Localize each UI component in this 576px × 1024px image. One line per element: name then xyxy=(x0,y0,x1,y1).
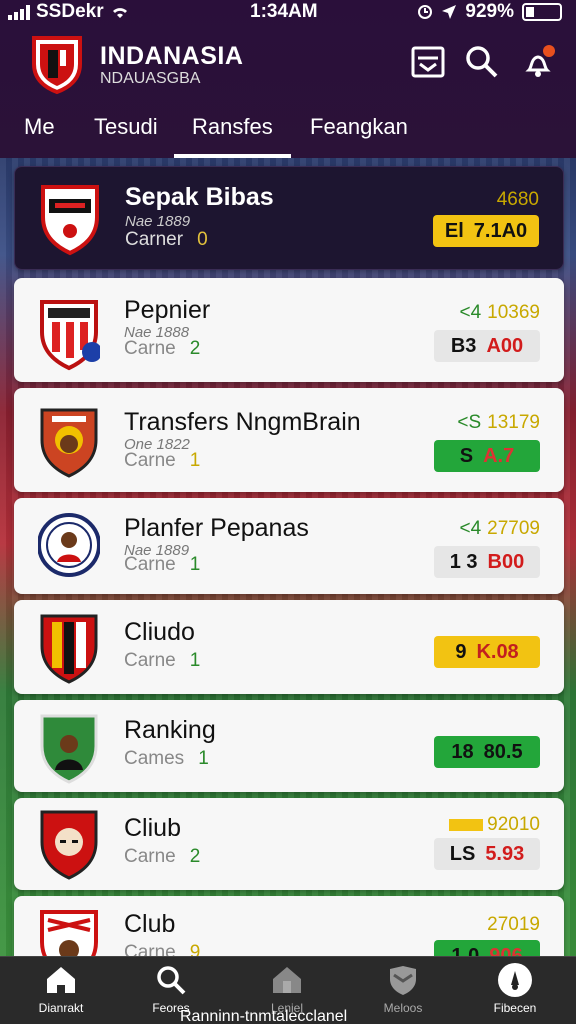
tab-me[interactable]: Me xyxy=(24,114,55,154)
card-title: Planfer Pepanas xyxy=(124,514,309,542)
app-title: INDANASIA xyxy=(100,42,244,70)
list-item[interactable]: Ranking Cames 1 18 80.5 xyxy=(14,700,564,792)
card-sub: Carne 1 xyxy=(124,450,201,471)
app-logo xyxy=(32,36,82,94)
card-title: Pepnier xyxy=(124,296,211,324)
notification-icon[interactable] xyxy=(520,44,556,80)
carrier-label: SSDekr xyxy=(36,1,104,22)
nav-item-shield[interactable]: Meloos xyxy=(358,963,448,1015)
app-header: SSDekr 1:34AM 929% INDANASIA NDAUASGBA M… xyxy=(0,0,576,158)
clock: 1:34AM xyxy=(250,1,318,22)
card-sub: Carner 0 xyxy=(125,229,208,250)
card-top-value: 92010 xyxy=(449,814,540,836)
search-icon xyxy=(157,966,186,995)
card-value-pill: 9 K.08 xyxy=(434,636,540,668)
tab-feangkan[interactable]: Feangkan xyxy=(310,114,408,154)
battery-icon xyxy=(522,3,562,21)
status-bar: SSDekr 1:34AM 929% xyxy=(0,0,576,26)
list-item-featured[interactable]: Sepak Bibas Nae 1889 Carner 0 4680 El 7.1A… xyxy=(14,166,564,270)
card-sub: Carne 2 xyxy=(124,846,201,867)
card-value-pill: LS 5.93 xyxy=(434,838,540,870)
club-crest-icon xyxy=(40,614,98,684)
card-title: Cliudo xyxy=(124,618,195,646)
club-crest-icon xyxy=(40,810,98,880)
card-title: Sepak Bibas xyxy=(125,183,274,211)
card-title: Transfers NngmBrain xyxy=(124,408,361,436)
nav-label: Fibecen xyxy=(493,1001,537,1015)
card-sub: Carne 1 xyxy=(124,554,201,575)
app-subtitle: NDAUASGBA xyxy=(100,70,201,87)
card-value-pill: 1 3 B00 xyxy=(434,546,540,578)
footer-caption: Ranninn-tnmtalecclanel xyxy=(180,1008,348,1024)
card-top-value: <4 27709 xyxy=(459,518,540,539)
tab-tesudi[interactable]: Tesudi xyxy=(94,114,158,154)
card-top-value: <S 13179 xyxy=(457,412,540,433)
signal-icon xyxy=(8,4,30,20)
location-icon xyxy=(442,5,457,19)
card-sub: Cames 1 xyxy=(124,748,209,769)
card-top-value: 4680 xyxy=(496,189,539,210)
house-icon xyxy=(273,967,301,993)
search-icon[interactable] xyxy=(464,44,500,80)
wifi-icon xyxy=(112,8,127,18)
nav-item-home[interactable]: Dianrakt xyxy=(16,963,106,1015)
card-meta: Nae 1889 xyxy=(125,213,191,230)
battery-percent: 929% xyxy=(465,1,514,22)
inbox-icon[interactable] xyxy=(410,44,446,80)
card-value-pill: S A.7 xyxy=(434,440,540,472)
nav-item-profile[interactable]: Fibecen xyxy=(470,963,560,1015)
nav-label: Meloos xyxy=(383,1001,423,1015)
club-crest-icon xyxy=(38,513,100,577)
club-crest-icon xyxy=(40,714,98,784)
card-title: Ranking xyxy=(124,716,216,744)
card-title: Club xyxy=(124,910,176,938)
club-crest-icon xyxy=(40,300,100,371)
shield-icon xyxy=(390,966,416,995)
tab-bar: Me Tesudi Ransfes Feangkan xyxy=(0,112,576,158)
list-item[interactable]: Cliudo Carne 1 9 K.08 xyxy=(14,600,564,694)
tab-ransfes[interactable]: Ransfes xyxy=(174,114,291,158)
profile-icon xyxy=(498,963,532,997)
card-value-pill: B3 A00 xyxy=(434,330,540,362)
alarm-icon xyxy=(418,5,433,19)
card-title: Cliub xyxy=(124,814,181,842)
card-sub: Carne 1 xyxy=(124,650,201,671)
list-item[interactable]: Pepnier Nae 1888 Carne 2 <4 10369 B3 A00 xyxy=(14,278,564,382)
list-item[interactable]: Planfer Pepanas Nae 1889 Carne 1 <4 27709 … xyxy=(14,498,564,594)
home-icon xyxy=(47,967,75,993)
list-item[interactable]: Cliub Carne 2 92010 LS 5.93 xyxy=(14,798,564,890)
card-sub: Carne 2 xyxy=(124,338,201,359)
card-value-pill: El 7.1A0 xyxy=(433,215,539,247)
card-top-value: <4 10369 xyxy=(459,302,540,323)
club-crest-icon xyxy=(40,408,98,478)
list-item[interactable]: Transfers NngmBrain One 1822 Carne 1 <S 13… xyxy=(14,388,564,492)
club-crest-icon xyxy=(41,185,99,256)
nav-label: Dianrakt xyxy=(38,1001,84,1015)
card-top-value: 27019 xyxy=(487,914,540,935)
card-value-pill: 18 80.5 xyxy=(434,736,540,768)
